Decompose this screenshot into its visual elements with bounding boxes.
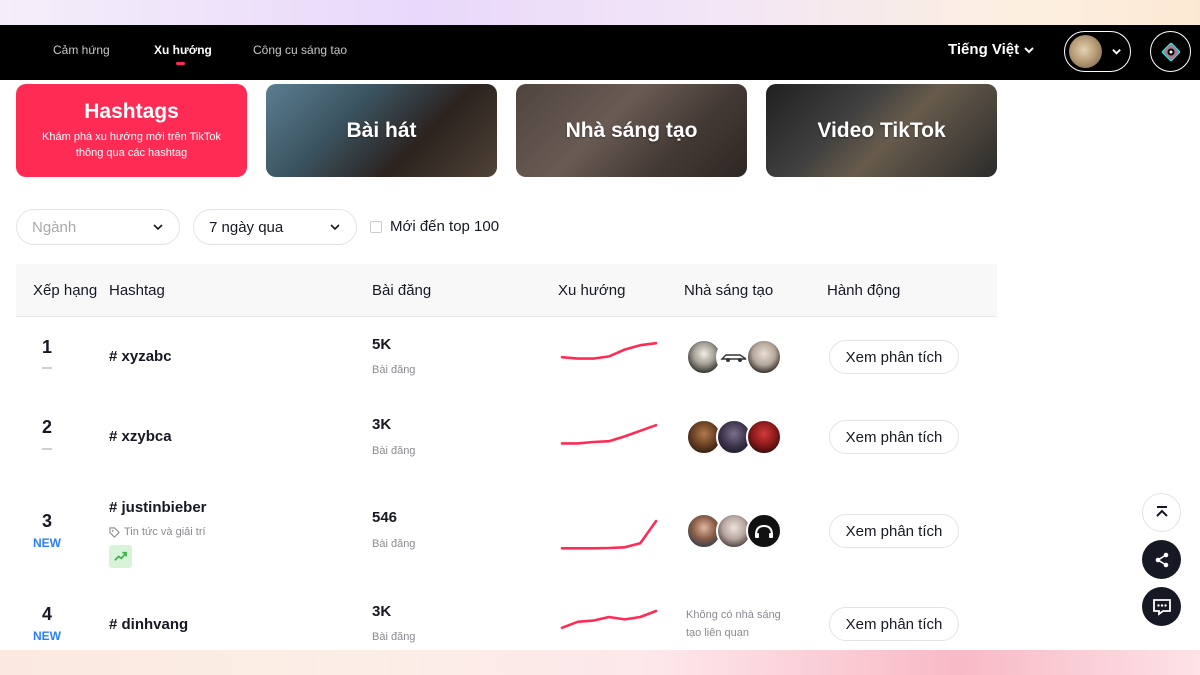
account-menu[interactable] [1064, 31, 1131, 72]
chevron-down-icon [1112, 49, 1121, 55]
nav-creative-tools[interactable]: Công cụ sáng tạo [253, 43, 347, 57]
hashtag-name[interactable]: # xzybca [109, 428, 172, 445]
hashtag-name[interactable]: # dinhvang [109, 616, 188, 633]
new-top-filter: Mới đến top 100 [370, 218, 499, 235]
posts-label: Bài đăng [372, 364, 416, 376]
new-badge: NEW [33, 536, 61, 550]
header-rank: Xếp hạng [33, 282, 98, 299]
header-creators: Nhà sáng tạo [684, 282, 774, 299]
posts-count: 3K [372, 603, 392, 620]
card-creators[interactable]: Nhà sáng tạo [516, 84, 747, 177]
back-to-top-button[interactable] [1142, 493, 1181, 532]
bottom-gradient-strip [0, 650, 1200, 675]
trend-line [560, 423, 658, 445]
top-navigation-bar: Cảm hứng Xu hướng Công cụ sáng tạo Tiếng… [0, 25, 1200, 80]
period-value: 7 ngày qua [209, 218, 284, 236]
industry-tag: Tin tức và giải trí [109, 526, 206, 538]
card-tiktok-videos[interactable]: Video TikTok [766, 84, 997, 177]
trend-line [560, 519, 658, 550]
table-row: 4 NEW # dinhvang 3K Bài đăng Không có nh… [16, 584, 997, 650]
period-dropdown[interactable]: 7 ngày qua [193, 209, 357, 245]
chat-button[interactable] [1142, 587, 1181, 626]
industry-dropdown[interactable]: Ngành [16, 209, 180, 245]
posts-label: Bài đăng [372, 538, 416, 550]
creator-avatar[interactable] [746, 339, 782, 375]
rank-number: 3 [41, 511, 52, 531]
header-posts: Bài đăng [372, 282, 432, 299]
trend-line [560, 341, 658, 360]
tag-icon [109, 526, 120, 538]
hashtag-name[interactable]: # xyzabc [109, 348, 172, 365]
rank-unchanged-indicator [42, 367, 52, 369]
chevron-down-icon [153, 224, 163, 231]
card-creators-title: Nhà sáng tạo [565, 118, 698, 142]
card-hashtags-title: Hashtags [84, 100, 179, 123]
hashtag-name[interactable]: # justinbieber [109, 499, 207, 516]
posts-count: 5K [372, 336, 392, 353]
view-analysis-button[interactable]: Xem phân tích [829, 514, 959, 548]
posts-label: Bài đăng [372, 445, 416, 457]
card-hashtags[interactable]: Hashtags Khám phá xu hướng mới trên TikT… [16, 84, 247, 177]
share-icon [1155, 552, 1168, 567]
app-logo-icon [1161, 42, 1180, 61]
posts-count: 546 [372, 509, 398, 526]
card-songs[interactable]: Bài hát [266, 84, 497, 177]
card-hashtags-subtitle: Khám phá xu hướng mới trên TikTok thông … [42, 131, 221, 159]
share-button[interactable] [1142, 540, 1181, 579]
view-analysis-button[interactable]: Xem phân tích [829, 340, 959, 374]
rank-number: 1 [41, 337, 52, 357]
industry-label: Tin tức và giải trí [124, 526, 206, 538]
top-gradient-strip [0, 0, 1200, 25]
rank-number: 2 [41, 417, 52, 437]
nav-inspiration[interactable]: Cảm hứng [53, 43, 110, 57]
card-videos-title: Video TikTok [817, 118, 946, 142]
back-to-top-icon [1155, 505, 1168, 517]
creator-avatars [686, 419, 782, 455]
rank-unchanged-indicator [42, 448, 52, 450]
creator-avatars [686, 339, 782, 375]
new-badge: NEW [33, 629, 61, 643]
creator-avatar[interactable] [746, 513, 782, 549]
trending-up-icon [114, 551, 127, 561]
rank-number: 4 [41, 604, 52, 624]
table-header: Xếp hạng Hashtag Bài đăng Xu hướng Nhà s… [16, 264, 997, 317]
chevron-down-icon [330, 224, 340, 231]
trend-sparkline [560, 519, 658, 550]
new-top-label: Mới đến top 100 [390, 218, 500, 235]
header-hashtag: Hashtag [109, 282, 165, 299]
headphones-logo-icon [755, 524, 773, 538]
no-creators-note: Không có nhà sáng tạo liên quan [686, 609, 781, 639]
view-analysis-button[interactable]: Xem phân tích [829, 420, 959, 454]
chevron-down-icon [1024, 46, 1034, 53]
header-action: Hành động [827, 282, 901, 299]
language-label: Tiếng Việt [948, 41, 1020, 58]
user-avatar [1069, 35, 1102, 68]
industry-placeholder: Ngành [32, 218, 77, 236]
nav-active-indicator [176, 62, 185, 65]
header-trend: Xu hướng [558, 282, 626, 299]
chat-icon [1152, 598, 1171, 616]
view-analysis-button[interactable]: Xem phân tích [829, 607, 959, 641]
creator-avatar[interactable] [746, 419, 782, 455]
nav-trends[interactable]: Xu hướng [154, 43, 212, 57]
table-row: 3 NEW # justinbieber Tin tức và giải trí… [16, 479, 997, 584]
new-top-checkbox[interactable] [370, 220, 382, 233]
table-row: 1 # xyzabc 5K Bài đăng Xem phân tích [16, 317, 997, 397]
posts-label: Bài đăng [372, 631, 416, 643]
app-switcher-button[interactable] [1150, 31, 1191, 72]
card-songs-title: Bài hát [346, 118, 417, 142]
car-logo-icon [720, 354, 748, 362]
trend-sparkline [560, 609, 658, 630]
trend-sparkline [560, 341, 658, 360]
trending-badge [109, 545, 132, 568]
posts-count: 3K [372, 416, 392, 433]
trend-sparkline [560, 423, 658, 445]
trend-line [560, 609, 658, 630]
table-row: 2 # xzybca 3K Bài đăng Xem phân tích [16, 397, 997, 479]
language-selector[interactable]: Tiếng Việt [948, 41, 1035, 58]
creator-avatars [686, 513, 782, 549]
